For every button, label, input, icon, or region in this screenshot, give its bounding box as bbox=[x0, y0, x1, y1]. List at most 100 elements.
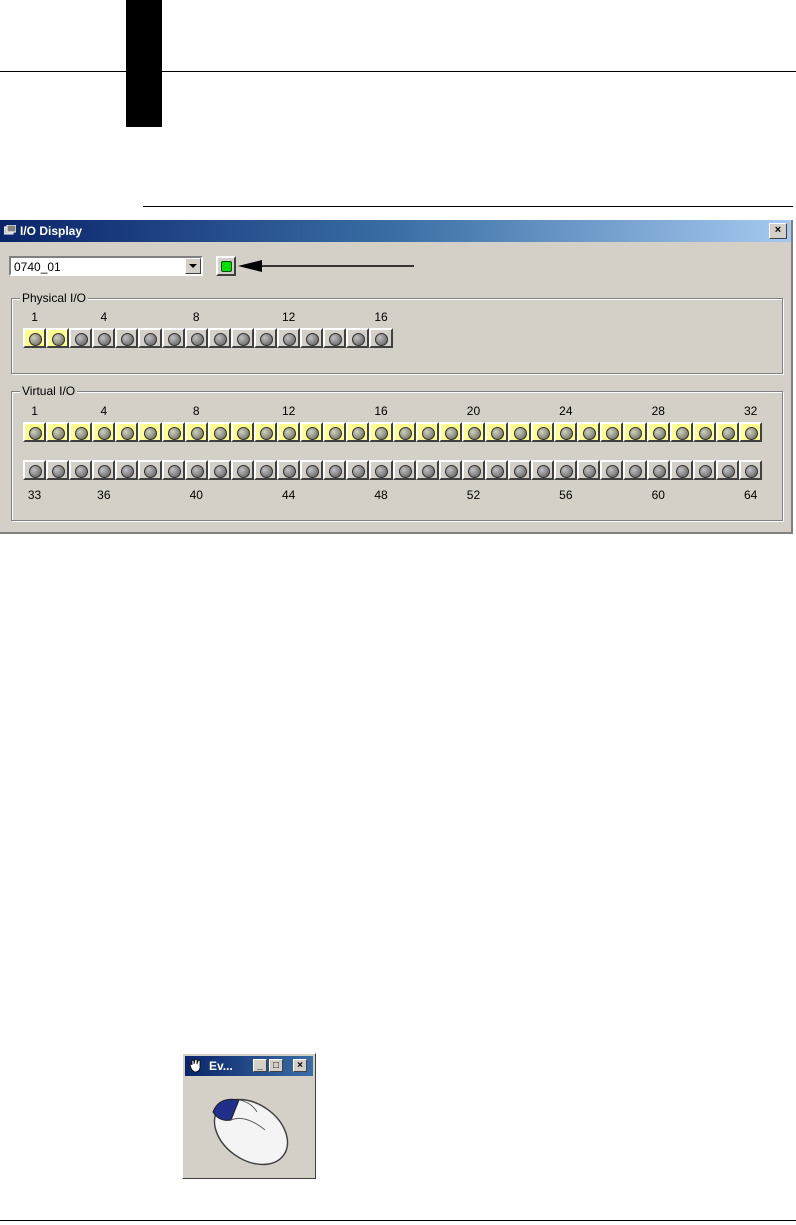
io-led-31[interactable] bbox=[715, 422, 739, 442]
io-led-16[interactable] bbox=[369, 328, 393, 348]
io-led-7[interactable] bbox=[161, 422, 185, 442]
io-led-58[interactable] bbox=[600, 460, 624, 480]
io-led-8[interactable] bbox=[184, 422, 208, 442]
io-index-label: 16 bbox=[374, 310, 388, 324]
io-led-13[interactable] bbox=[300, 328, 324, 348]
io-led-25[interactable] bbox=[577, 422, 601, 442]
event-close-button[interactable]: × bbox=[293, 1059, 307, 1072]
io-led-37[interactable] bbox=[115, 460, 139, 480]
io-led-14[interactable] bbox=[323, 422, 347, 442]
io-led-6[interactable] bbox=[138, 328, 162, 348]
io-led-13[interactable] bbox=[300, 422, 324, 442]
io-led-26[interactable] bbox=[600, 422, 624, 442]
io-led-9[interactable] bbox=[207, 328, 231, 348]
io-led-36[interactable] bbox=[92, 460, 116, 480]
io-led-35[interactable] bbox=[69, 460, 93, 480]
io-led-3[interactable] bbox=[69, 422, 93, 442]
physical-io-label: Physical I/O bbox=[20, 291, 89, 305]
io-led-56[interactable] bbox=[554, 460, 578, 480]
chevron-down-icon[interactable] bbox=[185, 258, 201, 274]
io-led-63[interactable] bbox=[715, 460, 739, 480]
io-led-10[interactable] bbox=[230, 328, 254, 348]
io-led-42[interactable] bbox=[230, 460, 254, 480]
io-led-10[interactable] bbox=[230, 422, 254, 442]
io-display-window: I/O Display × 0740_01 Physical I/O 1 4 8 12… bbox=[0, 220, 793, 534]
io-led-12[interactable] bbox=[277, 328, 301, 348]
io-led-23[interactable] bbox=[531, 422, 555, 442]
io-led-60[interactable] bbox=[646, 460, 670, 480]
io-led-24[interactable] bbox=[554, 422, 578, 442]
io-index-label: 28 bbox=[651, 404, 665, 418]
io-led-1[interactable] bbox=[23, 328, 47, 348]
io-led-30[interactable] bbox=[692, 422, 716, 442]
io-led-2[interactable] bbox=[46, 422, 70, 442]
io-led-14[interactable] bbox=[323, 328, 347, 348]
io-led-28[interactable] bbox=[646, 422, 670, 442]
io-led-15[interactable] bbox=[346, 422, 370, 442]
io-led-49[interactable] bbox=[392, 460, 416, 480]
io-led-4[interactable] bbox=[92, 328, 116, 348]
io-led-45[interactable] bbox=[300, 460, 324, 480]
io-led-55[interactable] bbox=[531, 460, 555, 480]
io-led-17[interactable] bbox=[392, 422, 416, 442]
io-led-64[interactable] bbox=[738, 460, 762, 480]
io-led-9[interactable] bbox=[207, 422, 231, 442]
io-led-6[interactable] bbox=[138, 422, 162, 442]
io-led-57[interactable] bbox=[577, 460, 601, 480]
io-led-32[interactable] bbox=[738, 422, 762, 442]
io-led-19[interactable] bbox=[438, 422, 462, 442]
io-led-18[interactable] bbox=[415, 422, 439, 442]
io-led-61[interactable] bbox=[669, 460, 693, 480]
maximize-button[interactable]: □ bbox=[269, 1059, 283, 1072]
io-led-33[interactable] bbox=[23, 460, 47, 480]
io-led-27[interactable] bbox=[623, 422, 647, 442]
io-led-62[interactable] bbox=[692, 460, 716, 480]
io-led-38[interactable] bbox=[138, 460, 162, 480]
io-led-7[interactable] bbox=[161, 328, 185, 348]
io-led-12[interactable] bbox=[277, 422, 301, 442]
io-led-43[interactable] bbox=[253, 460, 278, 480]
io-led-22[interactable] bbox=[507, 422, 532, 442]
io-led-44[interactable] bbox=[277, 460, 301, 480]
close-button[interactable]: × bbox=[769, 223, 787, 239]
io-led-8[interactable] bbox=[184, 328, 208, 348]
io-index-label: 4 bbox=[100, 404, 108, 418]
io-led-34[interactable] bbox=[46, 460, 70, 480]
section-rule bbox=[143, 206, 793, 207]
io-led-11[interactable] bbox=[253, 422, 278, 442]
io-led-21[interactable] bbox=[484, 422, 508, 442]
io-led-5[interactable] bbox=[115, 328, 139, 348]
event-title-bar[interactable]: Ev... _ □ × bbox=[185, 1056, 313, 1076]
io-index-label: 20 bbox=[466, 404, 481, 418]
chapter-tab bbox=[126, 0, 162, 127]
io-led-16[interactable] bbox=[369, 422, 393, 442]
physical-led-row bbox=[23, 328, 393, 348]
io-led-46[interactable] bbox=[323, 460, 347, 480]
io-led-52[interactable] bbox=[461, 460, 485, 480]
device-select-value: 0740_01 bbox=[14, 260, 61, 274]
io-led-5[interactable] bbox=[115, 422, 139, 442]
io-led-40[interactable] bbox=[184, 460, 208, 480]
io-index-label: 4 bbox=[100, 310, 108, 324]
title-bar[interactable]: I/O Display × bbox=[0, 220, 791, 242]
io-index-label: 52 bbox=[466, 488, 481, 502]
io-led-15[interactable] bbox=[346, 328, 370, 348]
io-led-2[interactable] bbox=[46, 328, 70, 348]
io-led-51[interactable] bbox=[438, 460, 462, 480]
io-led-47[interactable] bbox=[346, 460, 370, 480]
io-led-53[interactable] bbox=[484, 460, 508, 480]
io-led-29[interactable] bbox=[669, 422, 693, 442]
io-led-50[interactable] bbox=[415, 460, 439, 480]
io-led-11[interactable] bbox=[253, 328, 278, 348]
io-led-59[interactable] bbox=[623, 460, 647, 480]
device-select[interactable]: 0740_01 bbox=[9, 256, 203, 276]
io-led-20[interactable] bbox=[461, 422, 485, 442]
io-led-1[interactable] bbox=[23, 422, 47, 442]
io-led-54[interactable] bbox=[507, 460, 532, 480]
io-led-4[interactable] bbox=[92, 422, 116, 442]
io-led-39[interactable] bbox=[161, 460, 185, 480]
minimize-button[interactable]: _ bbox=[253, 1059, 267, 1072]
io-led-3[interactable] bbox=[69, 328, 93, 348]
io-led-48[interactable] bbox=[369, 460, 393, 480]
io-led-41[interactable] bbox=[207, 460, 231, 480]
